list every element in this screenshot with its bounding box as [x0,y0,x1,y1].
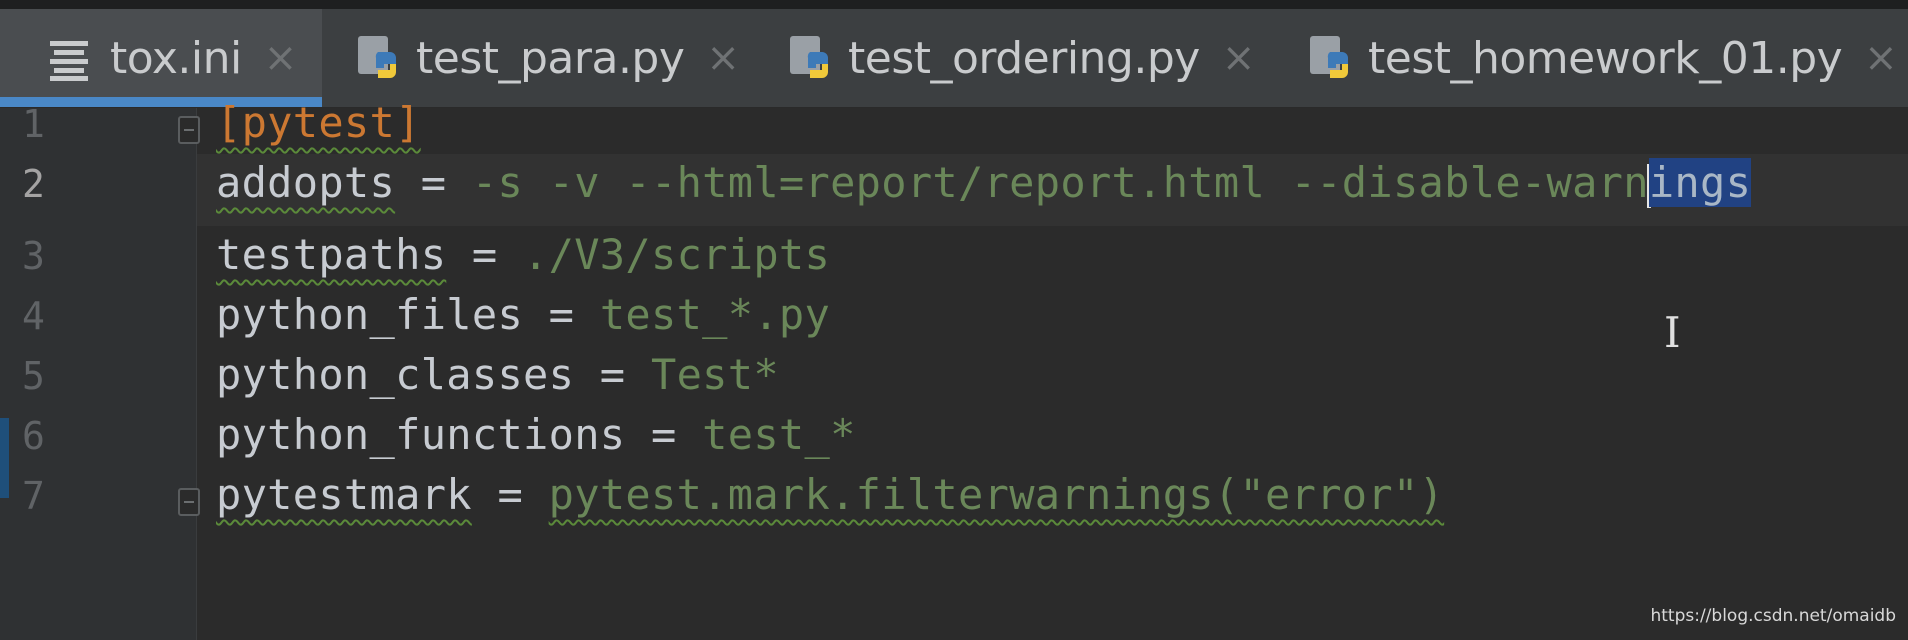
mouse-ibeam-cursor: I [1664,308,1681,357]
fold-marker-icon[interactable] [178,488,200,516]
python-file-icon [358,36,396,78]
watermark-url: https://blog.csdn.net/omaidb [1650,606,1896,626]
code-line-2[interactable]: 2 addopts = -s -v --html=report/report.h… [0,154,1908,226]
close-icon[interactable]: × [706,38,740,78]
ini-key: addopts [216,158,396,207]
ini-equals: = [523,290,600,339]
section-header: [pytest] [216,98,421,147]
line-number: 7 [22,474,45,518]
tab-test-ordering[interactable]: test_ordering.py × [788,9,1255,107]
ini-equals: = [471,470,549,519]
tab-label: test_para.py [416,32,685,84]
tab-test-para[interactable]: test_para.py × [356,9,740,107]
close-icon[interactable]: × [1222,38,1256,78]
ini-equals: = [446,230,524,279]
ini-key: python_functions [216,410,626,459]
ini-key: testpaths [216,230,447,279]
close-icon[interactable]: × [264,38,298,78]
ini-value: -s -v --html=report/report.html --disabl… [471,158,1649,207]
tab-label: test_ordering.py [848,32,1200,84]
line-number: 6 [22,414,45,458]
tab-label: tox.ini [110,32,242,84]
ini-value: Test* [650,350,779,399]
ini-key: pytestmark [216,470,472,519]
ini-equals: = [574,350,651,399]
ini-file-icon [46,35,92,81]
tab-test-homework-01[interactable]: test_homework_01.py × [1308,9,1898,107]
editor-tab-bar: tox.ini × test_para.py × test_ordering.p… [0,0,1908,108]
tab-tox-ini[interactable]: tox.ini × [0,9,322,107]
line-number: 2 [22,162,45,206]
close-icon[interactable]: × [1864,38,1898,78]
line-number: 4 [22,294,45,338]
tab-label: test_homework_01.py [1368,32,1843,84]
selected-text: ings [1648,158,1752,207]
line-number: 5 [22,354,45,398]
code-editor[interactable]: 1 [pytest] 2 addopts = -s -v --html=repo… [0,98,1908,640]
python-file-icon [790,36,828,78]
ini-value: ./V3/scripts [523,230,831,279]
ini-value: pytest.mark.filterwarnings("error") [548,470,1445,519]
code-line-7[interactable]: 7 pytestmark = pytest.mark.filterwarning… [0,466,1908,538]
python-file-icon [1310,36,1348,78]
ini-value: test_*.py [599,290,831,339]
ini-key: python_classes [216,350,575,399]
line-number: 1 [22,102,45,146]
ini-value: test_* [702,410,856,459]
ini-key: python_files [216,290,524,339]
line-number: 3 [22,234,45,278]
ini-equals: = [625,410,703,459]
fold-marker-icon[interactable] [178,116,200,144]
ini-equals: = [395,158,472,207]
